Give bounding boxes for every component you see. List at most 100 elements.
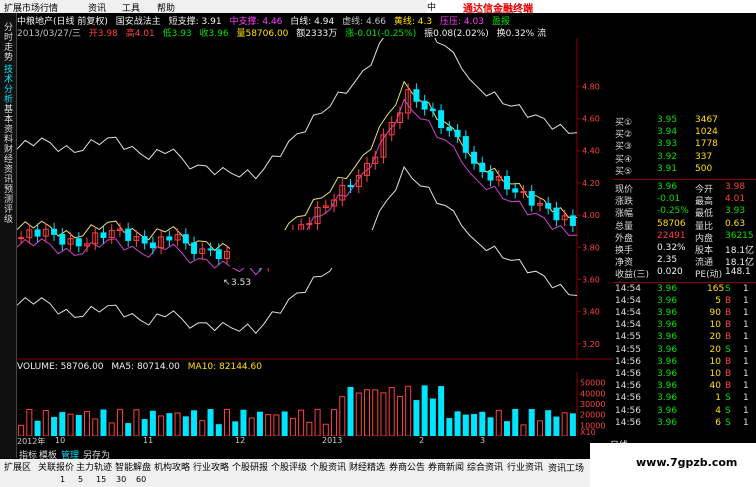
tick-row: 14:55 3.96 20 B 1 xyxy=(613,332,756,344)
tick-count: 1 xyxy=(743,295,749,306)
volume-chart[interactable]: 5000040000300002000010000X10 xyxy=(17,372,613,436)
tick-time: 14:54 xyxy=(615,320,641,331)
tick-volume: 10 xyxy=(709,356,721,367)
volume-bar xyxy=(166,413,173,436)
low-annotation-arrow: ↖ xyxy=(223,278,231,288)
price-axis-label: 4.00 xyxy=(582,211,600,220)
candle-body xyxy=(438,110,445,129)
status-bar: 1 5 15 30 60 资讯工场 xyxy=(0,464,590,487)
stat-value: 3.96 xyxy=(657,182,678,192)
stat-value: 2.35 xyxy=(657,255,678,266)
quote-divider xyxy=(613,281,756,283)
stat-label: 收益(三) xyxy=(615,270,650,281)
tab-fundamentals[interactable]: 基本资料 xyxy=(2,105,15,145)
tab-technical-analysis[interactable]: 技术分析 xyxy=(2,65,15,105)
volume-bar xyxy=(248,417,255,436)
period-button-0[interactable]: 1 xyxy=(60,475,65,484)
tick-price: 3.96 xyxy=(657,381,678,392)
period-button-2[interactable]: 15 xyxy=(96,475,106,484)
candle-body xyxy=(429,108,436,112)
period-button-1[interactable]: 5 xyxy=(78,475,83,484)
candle-body xyxy=(471,151,478,164)
tick-price: 3.96 xyxy=(657,283,678,294)
bid-volume: 3467 xyxy=(695,115,718,125)
bottom-tab-info-workshop[interactable]: 资讯工场 xyxy=(548,461,584,474)
candle-body xyxy=(100,232,107,238)
stat-label: 涨跌 xyxy=(615,197,634,208)
price-axis-label: 4.40 xyxy=(582,147,600,156)
volume-bar xyxy=(289,417,296,436)
volume-label: VOLUME: 58706.00 xyxy=(17,362,104,372)
tick-side: S xyxy=(725,393,731,404)
tick-side: B xyxy=(725,381,732,392)
candle-body xyxy=(18,237,25,240)
volume-bar xyxy=(388,387,395,436)
period-button-3[interactable]: 30 xyxy=(116,475,126,484)
tick-side: B xyxy=(725,320,732,331)
candle-body xyxy=(215,249,222,259)
tick-count: 1 xyxy=(743,283,749,294)
candle-body xyxy=(51,228,58,235)
volume-bar xyxy=(438,386,445,436)
tick-row: 14:54 3.96 165 S 1 xyxy=(613,284,756,296)
volume-bar xyxy=(34,420,41,436)
blacked-out-region xyxy=(230,230,400,268)
stat-row: 现价 3.96 今开 3.98 xyxy=(613,182,756,195)
tick-price: 3.96 xyxy=(657,308,678,318)
tab-timeshare[interactable]: 分时走势 xyxy=(2,23,15,63)
tick-count: 1 xyxy=(743,381,749,392)
volume-bar xyxy=(413,400,420,436)
tick-count: 1 xyxy=(743,332,749,343)
volume-bar xyxy=(306,421,313,436)
tick-volume: 1 xyxy=(715,393,721,404)
candle-body xyxy=(141,236,148,244)
tick-side: S xyxy=(725,417,731,428)
candle-body xyxy=(553,207,560,221)
menu-item-news[interactable]: 资讯 xyxy=(88,1,106,14)
volume-bar xyxy=(224,408,230,436)
tick-side: S xyxy=(725,405,731,416)
stat-row: 外盘 22491 内盘 36215 xyxy=(613,231,756,244)
tick-row: 14:54 3.96 10 B 1 xyxy=(613,320,756,332)
tab-finance-news[interactable]: 财经资讯 xyxy=(2,145,15,185)
volume-axis-label: 50000 xyxy=(580,379,605,388)
candle-body xyxy=(520,191,527,194)
volume-bar xyxy=(174,412,181,436)
tick-side: B xyxy=(725,295,732,306)
bottom-tab-bar: 扩展区 关联报价 主力轨迹 智能解盘 机构攻略 行业攻略 个股研报 个股评级 个股资讯 财经精选券… xyxy=(0,459,590,473)
menu-item-help[interactable]: 帮助 xyxy=(157,1,175,14)
candle-body xyxy=(191,242,198,254)
volume-bar xyxy=(108,422,115,436)
bid-volume: 1024 xyxy=(695,127,718,138)
tick-price: 3.96 xyxy=(657,344,678,355)
bid-row: 买③ 3.93 1778 xyxy=(613,139,756,153)
ma5-label: MA5: 80714.00 xyxy=(111,362,180,372)
tick-row: 14:56 3.96 4 S 1 xyxy=(613,406,756,418)
tick-row: 14:56 3.96 1 S 1 xyxy=(613,393,756,405)
period-button-4[interactable]: 60 xyxy=(136,475,146,484)
candle-body xyxy=(413,89,420,102)
tick-volume: 20 xyxy=(709,332,721,343)
bid-price: 3.92 xyxy=(657,151,678,162)
bid-label: 买③ xyxy=(615,142,633,153)
volume-bar xyxy=(421,385,428,436)
ma10-label: MA10: 82144.60 xyxy=(187,362,262,372)
tab-forecast-rating[interactable]: 预测评级 xyxy=(2,185,15,225)
watermark-text: www.7gpzb.com xyxy=(636,456,738,469)
stat-row: 收益(三) 0.020 PE(动) 148.1 xyxy=(613,267,756,281)
candlestick-chart[interactable]: 4.80 4.60 4.40 4.20 4.00 3.80 3.60 3.40 3.20 3.5… xyxy=(17,38,613,360)
bid-volume: 1778 xyxy=(695,139,718,150)
tick-time: 14:56 xyxy=(615,356,641,367)
bid-label: 买① xyxy=(615,118,633,128)
bid-price: 3.91 xyxy=(657,163,678,174)
stat-value-2: 148.1 xyxy=(725,267,751,278)
stat-label-2: 内盘 xyxy=(695,233,714,244)
stat-label-2: 股本 xyxy=(695,246,714,256)
menu-item-tools[interactable]: 工具 xyxy=(122,1,140,14)
bid-volume: 500 xyxy=(695,163,713,174)
tick-volume: 10 xyxy=(709,320,721,331)
stat-value-2: 3.93 xyxy=(725,206,746,217)
stat-value-2: 18.1亿 xyxy=(725,246,755,256)
stat-label-2: 量比 xyxy=(695,221,714,232)
date-label-2: 2 xyxy=(419,436,425,445)
